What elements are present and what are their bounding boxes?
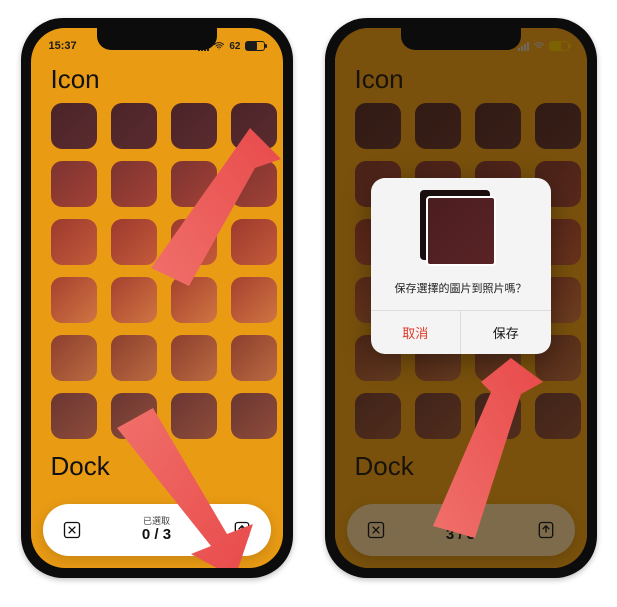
section-title-icon: Icon [31,58,283,99]
close-icon[interactable] [365,519,387,541]
app-icon[interactable] [111,335,157,381]
app-icon[interactable] [171,161,217,207]
save-icon[interactable] [535,519,557,541]
app-icon[interactable] [171,103,217,149]
battery-icon [245,41,265,51]
app-icon[interactable] [171,277,217,323]
app-icon[interactable] [51,335,97,381]
notch [401,28,521,50]
notch [97,28,217,50]
app-icon[interactable] [171,335,217,381]
app-icon[interactable] [231,219,277,265]
save-button[interactable]: 保存 [460,311,551,354]
app-icon[interactable] [51,393,97,439]
app-icon[interactable] [231,161,277,207]
status-time: 15:37 [49,40,77,52]
close-icon[interactable] [61,519,83,541]
app-icon[interactable] [171,219,217,265]
cancel-button[interactable]: 取消 [371,311,461,354]
app-icon[interactable] [51,219,97,265]
dialog-thumbnail [426,196,496,266]
app-icon[interactable] [51,277,97,323]
app-icon[interactable] [51,161,97,207]
icon-grid [31,99,283,447]
app-icon[interactable] [171,393,217,439]
selected-count: 3 / 3 [446,527,475,544]
bottom-bar: 已選取 3 / 3 [347,504,575,556]
save-icon[interactable] [231,519,253,541]
app-icon[interactable] [231,335,277,381]
app-icon[interactable] [231,103,277,149]
app-icon[interactable] [111,103,157,149]
bottom-bar: 已選取 0 / 3 [43,504,271,556]
save-dialog: 保存選擇的圖片到照片嗎？ 取消 保存 [371,178,551,354]
app-icon[interactable] [231,277,277,323]
app-icon[interactable] [111,219,157,265]
dialog-message: 保存選擇的圖片到照片嗎？ [385,280,537,296]
app-icon[interactable] [111,277,157,323]
section-title-dock: Dock [31,447,283,486]
app-icon[interactable] [51,103,97,149]
selected-count: 0 / 3 [142,527,171,544]
phone-right: Icon [325,18,597,578]
phone-left: 15:37 62 Icon [21,18,293,578]
battery-text: 62 [229,41,240,52]
app-icon[interactable] [111,393,157,439]
app-icon[interactable] [231,393,277,439]
app-icon[interactable] [111,161,157,207]
